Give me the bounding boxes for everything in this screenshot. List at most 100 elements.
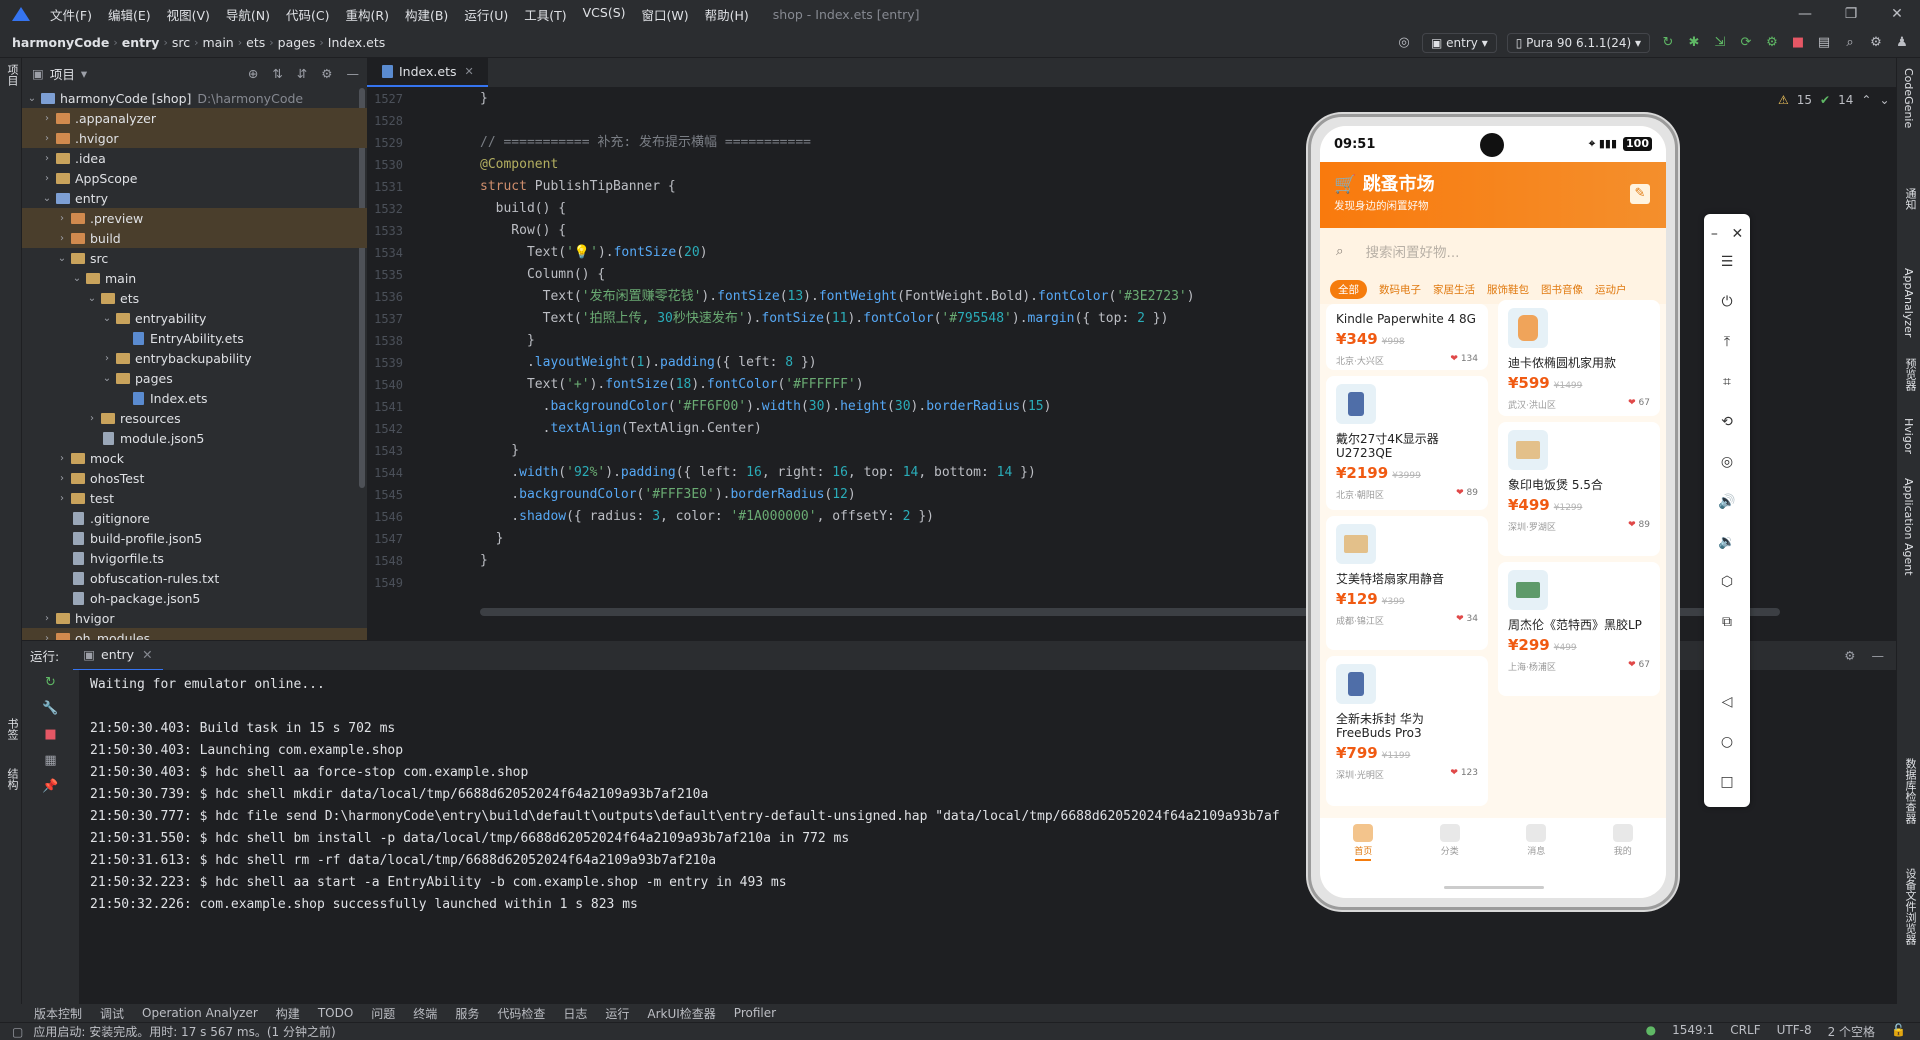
tree-item[interactable]: › hvigor <box>22 608 367 628</box>
restore-icon[interactable]: ❐ <box>1828 6 1874 22</box>
tool-window-button[interactable]: Profiler <box>734 1006 776 1020</box>
code-editor[interactable]: } // =========== 补充: 发布提示横幅 =========== @C… <box>472 88 1310 640</box>
home-icon[interactable]: ○ <box>1704 722 1750 762</box>
status-message[interactable]: 应用启动: 安装完成。用时: 17 s 567 ms。(1 分钟之前) <box>33 1023 335 1040</box>
search-bar[interactable]: ⌕ 搜索闲置好物... <box>1320 228 1666 274</box>
run-tab-entry[interactable]: ▣ entry ✕ <box>73 641 163 671</box>
profile-icon[interactable]: ⚙ <box>1764 35 1780 51</box>
menu-item[interactable]: 代码(C) <box>278 5 337 24</box>
tree-item[interactable]: › entrybackupability <box>22 348 367 368</box>
breadcrumb-item[interactable]: src <box>168 35 194 50</box>
tree-item[interactable]: ⌄ pages <box>22 368 367 388</box>
expand-all-icon[interactable]: ⇅ <box>272 66 282 81</box>
project-panel-title[interactable]: 项目 <box>50 64 75 83</box>
tree-item[interactable]: module.json5 <box>22 428 367 448</box>
tool-window-button[interactable]: TODO <box>318 1006 353 1020</box>
tree-item[interactable]: › resources <box>22 408 367 428</box>
menu-item[interactable]: 文件(F) <box>42 5 100 24</box>
tool-window-button[interactable]: 构建 <box>276 1005 300 1022</box>
caret-position[interactable]: 1549:1 <box>1672 1023 1714 1040</box>
product-card[interactable]: 周杰伦《范特西》黑胶LP ¥299¥499 上海·杨浦区 67 <box>1498 562 1660 696</box>
rotate-icon[interactable]: ⟲ <box>1704 402 1750 442</box>
breadcrumb-item[interactable]: harmonyCode <box>8 35 113 50</box>
tree-item[interactable]: .gitignore <box>22 508 367 528</box>
gear-icon[interactable]: ⚙ <box>321 66 332 81</box>
category-tab[interactable]: 图书音像 <box>1541 282 1583 297</box>
tree-item[interactable]: ⌄ harmonyCode [shop] D:\harmonyCode <box>22 88 367 108</box>
menu-item[interactable]: 运行(U) <box>456 5 516 24</box>
right-tool-button[interactable]: 通知 <box>1902 188 1918 210</box>
pin-top-icon[interactable]: ⤒ <box>1704 322 1750 362</box>
pin-icon[interactable]: 📌 <box>22 774 79 800</box>
tree-item[interactable]: ⌄ ets <box>22 288 367 308</box>
right-tool-button[interactable]: Hvigor <box>1902 418 1915 454</box>
product-card[interactable]: 艾美特塔扇家用静音 ¥129¥399 成都·锦江区 34 <box>1326 516 1488 650</box>
product-card[interactable]: 全新未拆封 华为FreeBuds Pro3 ¥799¥1199 深圳·光明区 123 <box>1326 656 1488 806</box>
tool-window-button[interactable]: 日志 <box>563 1005 587 1022</box>
tree-item[interactable]: ⌄ entry <box>22 188 367 208</box>
volume-up-icon[interactable]: 🔊 <box>1704 482 1750 522</box>
tree-item[interactable]: ⌄ src <box>22 248 367 268</box>
menu-item[interactable]: 帮助(H) <box>697 5 757 24</box>
search-icon[interactable]: ⌕ <box>1842 35 1858 51</box>
breadcrumb-item[interactable]: entry <box>118 35 164 50</box>
phone-tab[interactable]: 首页 <box>1320 824 1407 898</box>
module-selector[interactable]: ▣ entry ▾ <box>1422 32 1497 53</box>
tool-window-button[interactable]: ArkUI检查器 <box>647 1005 715 1022</box>
settings-icon[interactable]: ⚙ <box>1868 35 1884 51</box>
more-icon[interactable]: ⧉ <box>1704 602 1750 642</box>
tree-item[interactable]: ⌄ entryability <box>22 308 367 328</box>
tool-window-button[interactable]: 版本控制 <box>34 1005 82 1022</box>
tree-item[interactable]: obfuscation-rules.txt <box>22 568 367 588</box>
collapse-all-icon[interactable]: ⇵ <box>297 66 307 81</box>
right-tool-button[interactable]: 预览器 <box>1902 358 1918 391</box>
tool-window-button[interactable]: 调试 <box>100 1005 124 1022</box>
product-card[interactable]: 象印电饭煲 5.5合 ¥499¥1299 深圳·罗湖区 89 <box>1498 422 1660 556</box>
right-tool-button[interactable]: AppAnalyzer <box>1902 268 1915 337</box>
menu-item[interactable]: 工具(T) <box>516 5 574 24</box>
device-selector[interactable]: ▯ Pura 90 6.1.1(24) ▾ <box>1506 32 1650 53</box>
tree-item[interactable]: EntryAbility.ets <box>22 328 367 348</box>
right-tool-button[interactable]: CodeGenie <box>1902 68 1915 128</box>
right-tool-button[interactable]: Application Agent <box>1902 478 1915 576</box>
category-tab[interactable]: 运动户 <box>1595 282 1627 297</box>
category-tab[interactable]: 家居生活 <box>1433 282 1475 297</box>
close-tab-icon[interactable]: ✕ <box>465 65 474 78</box>
locate-icon[interactable]: ⊕ <box>248 66 258 81</box>
tree-item[interactable]: › test <box>22 488 367 508</box>
tree-item[interactable]: › oh_modules <box>22 628 367 640</box>
menu-item[interactable]: 导航(N) <box>218 5 278 24</box>
product-card[interactable]: Kindle Paperwhite 4 8G ¥349¥998 北京·大兴区 134 <box>1326 304 1488 370</box>
hide-icon[interactable]: — <box>1872 648 1885 663</box>
category-tab[interactable]: 全部 <box>1330 279 1367 299</box>
lock-icon[interactable]: 🔓 <box>1891 1023 1906 1040</box>
structure-tool-button[interactable]: 结构 <box>4 768 20 790</box>
device-manager-icon[interactable]: ▤ <box>1816 35 1832 51</box>
breadcrumb-item[interactable]: main <box>199 35 238 50</box>
fold-icon[interactable]: ⬡ <box>1704 562 1750 602</box>
close-icon[interactable]: ✕ <box>1874 6 1920 22</box>
minimize-icon[interactable]: — <box>1782 6 1828 22</box>
category-tab[interactable]: 服饰鞋包 <box>1487 282 1529 297</box>
minimize-icon[interactable]: – <box>1711 214 1718 254</box>
tree-item[interactable]: › build <box>22 228 367 248</box>
stop-icon[interactable]: ■ <box>22 722 79 748</box>
back-icon[interactable]: ◁ <box>1704 682 1750 722</box>
menu-item[interactable]: 视图(V) <box>159 5 218 24</box>
rerun-icon[interactable]: ↻ <box>22 670 79 696</box>
editor-scrollbar[interactable] <box>1886 88 1896 640</box>
right-tool-button[interactable]: 数据库检查器 <box>1902 758 1918 824</box>
inspection-widget[interactable]: ⚠ 15 ✔ 14 ⌃ ⌄ <box>1778 88 1896 112</box>
menu-item[interactable]: 编辑(E) <box>100 5 159 24</box>
close-tab-icon[interactable]: ✕ <box>142 647 152 662</box>
indent-setting[interactable]: 2 个空格 <box>1828 1023 1875 1040</box>
project-tool-button[interactable]: 项目 <box>4 64 20 86</box>
right-tool-button[interactable]: 设备文件浏览器 <box>1902 868 1918 945</box>
rerun-icon[interactable]: ↻ <box>1660 35 1676 51</box>
tree-item[interactable]: build-profile.json5 <box>22 528 367 548</box>
tree-item[interactable]: hvigorfile.ts <box>22 548 367 568</box>
volume-down-icon[interactable]: 🔉 <box>1704 522 1750 562</box>
bookmarks-tool-button[interactable]: 书签 <box>4 718 20 740</box>
debug-icon[interactable]: ✱ <box>1686 35 1702 51</box>
menu-item[interactable]: VCS(S) <box>575 5 634 24</box>
